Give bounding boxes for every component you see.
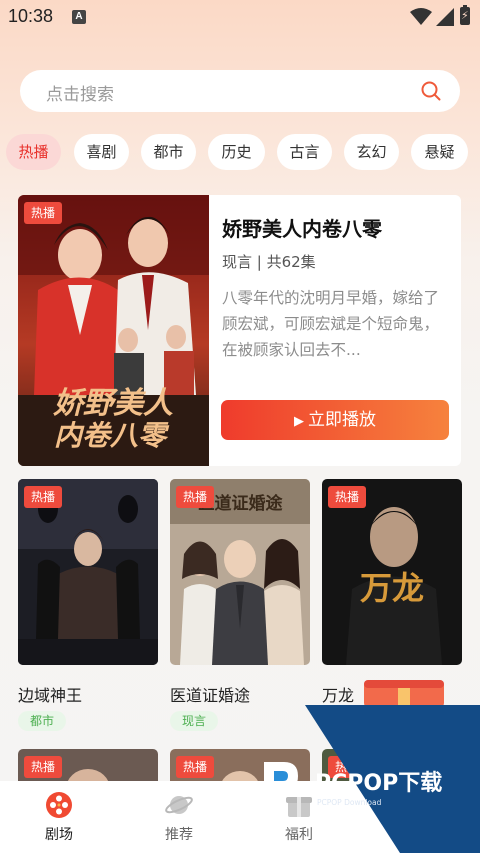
- watermark-p-icon: [264, 762, 298, 804]
- drama-card[interactable]: 热播 边域神王 都市: [18, 479, 158, 734]
- category-tabs: 热播 喜剧 都市 历史 古言 玄幻 悬疑: [0, 134, 480, 170]
- hot-badge: 热播: [24, 756, 62, 778]
- play-button-label: 立即播放: [308, 410, 376, 430]
- notification-icon: A: [72, 10, 86, 24]
- featured-poster[interactable]: 娇野美人 内卷八零 热播: [18, 195, 209, 466]
- poster-title-line2: 内卷八零: [54, 419, 170, 452]
- genre-tag: 现言: [170, 711, 219, 731]
- tab-comedy[interactable]: 喜剧: [74, 134, 129, 170]
- card-poster[interactable]: 医道证婚途 热播: [170, 479, 310, 665]
- search-input[interactable]: 点击搜索: [46, 80, 114, 105]
- tab-mystery[interactable]: 悬疑: [411, 134, 468, 170]
- card-title[interactable]: 万龙: [322, 682, 354, 706]
- status-bar: 10:38 A ⚡: [0, 0, 480, 34]
- poster-image: 娇野美人 内卷八零: [18, 195, 209, 466]
- drama-card[interactable]: 医道证婚途 热播 医道证婚途 现言: [170, 479, 310, 734]
- hot-badge: 热播: [176, 756, 214, 778]
- tab-ancient-romance[interactable]: 古言: [277, 134, 332, 170]
- card-title[interactable]: 边域神王: [18, 682, 82, 706]
- search-bar[interactable]: 点击搜索: [20, 70, 460, 112]
- featured-card[interactable]: 娇野美人 内卷八零 热播 娇野美人内卷八零 现言 | 共62集 八零年代的沈明月…: [18, 195, 461, 466]
- hot-badge: 热播: [176, 486, 214, 508]
- battery-icon: ⚡: [460, 5, 470, 25]
- watermark-logo: PCPOP下载 PCPOP Download: [305, 705, 480, 853]
- card-title[interactable]: 医道证婚途: [170, 682, 250, 706]
- play-icon: ▶: [294, 414, 304, 429]
- gift-box-float-icon[interactable]: [362, 674, 446, 708]
- poster-title: 万龙: [360, 569, 424, 607]
- tab-hot[interactable]: 热播: [6, 134, 61, 170]
- featured-title[interactable]: 娇野美人内卷八零: [222, 213, 382, 242]
- card-poster[interactable]: 万龙 热播: [322, 479, 462, 665]
- nav-label: 推荐: [165, 827, 193, 843]
- genre-tag: 都市: [18, 711, 67, 731]
- tab-history[interactable]: 历史: [208, 134, 265, 170]
- poster-title-line1: 娇野美人: [53, 386, 173, 421]
- featured-meta: 现言 | 共62集: [222, 253, 316, 271]
- wifi-icon: [410, 8, 432, 25]
- search-icon[interactable]: [420, 80, 442, 102]
- watermark-overlay: PCPOP下载 PCPOP Download: [305, 705, 480, 853]
- play-now-button[interactable]: ▶ 立即播放: [221, 400, 449, 440]
- planet-icon: [165, 796, 193, 814]
- featured-description: 八零年代的沈明月早婚，嫁给了顾宏斌，可顾宏斌是个短命鬼，在被顾家认回去不...: [222, 289, 440, 359]
- watermark-brand: PCPOP下载: [315, 770, 442, 796]
- hot-badge: 热播: [24, 202, 62, 224]
- signal-icon: [436, 8, 454, 26]
- tab-fantasy[interactable]: 玄幻: [344, 134, 399, 170]
- status-time: 10:38: [8, 6, 54, 26]
- hot-badge: 热播: [328, 486, 366, 508]
- watermark-sub: PCPOP Download: [317, 798, 382, 807]
- film-reel-icon: [46, 792, 72, 818]
- card-poster[interactable]: 热播: [18, 479, 158, 665]
- nav-label: 剧场: [45, 827, 73, 843]
- tab-urban[interactable]: 都市: [141, 134, 196, 170]
- nav-theater[interactable]: 剧场: [14, 781, 104, 853]
- nav-recommend[interactable]: 推荐: [134, 781, 224, 853]
- hot-badge: 热播: [24, 486, 62, 508]
